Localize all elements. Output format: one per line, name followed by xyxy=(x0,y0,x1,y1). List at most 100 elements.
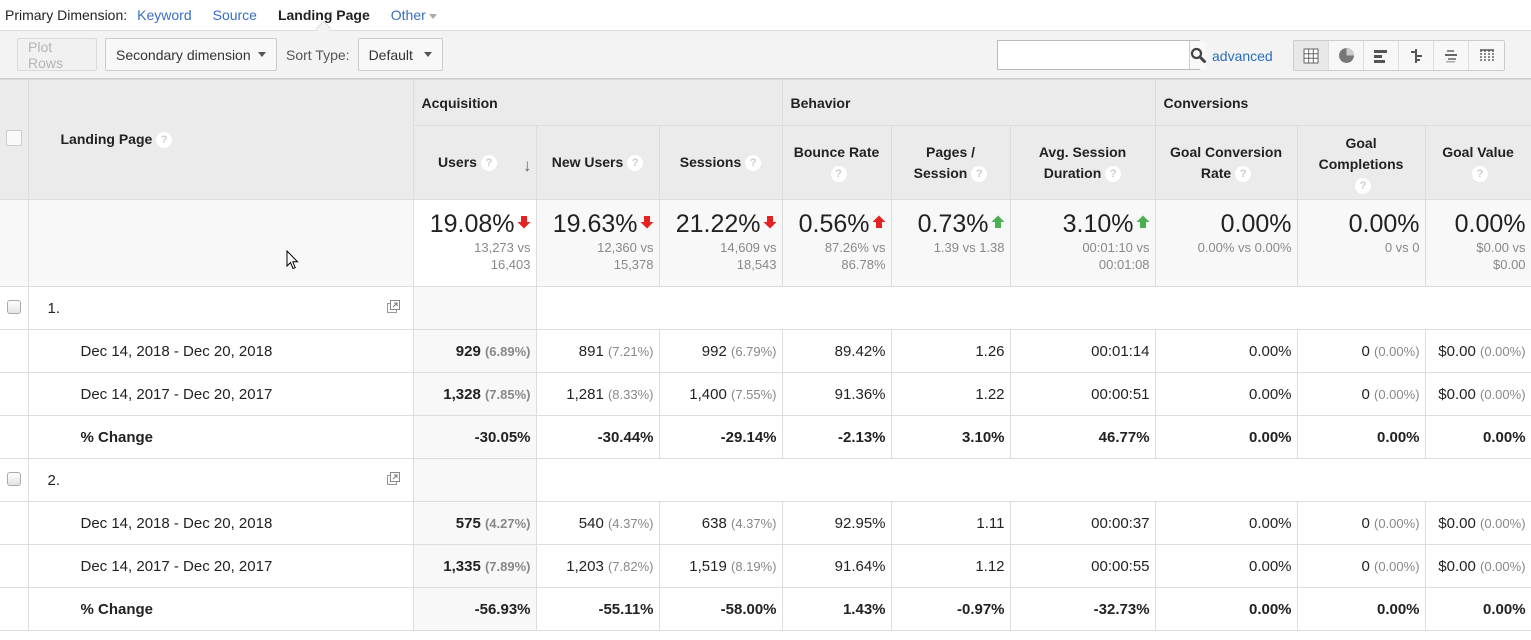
percent-change-label: % Change xyxy=(27,415,414,459)
secondary-dimension-label: Secondary dimension xyxy=(116,46,251,63)
cell-value: 540 xyxy=(578,514,604,532)
help-icon[interactable]: ? xyxy=(1235,165,1252,182)
column-header-bounce-rate[interactable]: Bounce Rate? xyxy=(781,125,892,200)
help-icon[interactable]: ? xyxy=(627,155,644,172)
row-checkbox-cell xyxy=(0,286,29,330)
cell-goal-completions: 0 (0.00%) xyxy=(1296,544,1426,588)
sort-descending-icon[interactable]: ↓ xyxy=(523,155,532,176)
summary-change-value: 3.10% xyxy=(1016,210,1150,239)
column-header-new-users[interactable]: New Users? xyxy=(535,125,660,200)
chevron-down-icon xyxy=(258,52,266,57)
comparison-view-button[interactable] xyxy=(1399,41,1434,70)
cell-value: 00:01:14 xyxy=(1091,342,1150,360)
change-goal-value: 0.00% xyxy=(1424,415,1531,459)
cell-percent-of-total: (4.37%) xyxy=(730,515,777,531)
cell-value: 92.95% xyxy=(834,514,886,532)
help-icon[interactable]: ? xyxy=(156,132,173,149)
primary-dimension-label: Primary Dimension: xyxy=(5,7,128,23)
arrow-up-icon xyxy=(991,215,1005,228)
pivot-view-button[interactable] xyxy=(1469,41,1504,70)
open-page-link[interactable] xyxy=(386,471,401,490)
summary-cell-users: 19.08% 13,273 vs 16,403 xyxy=(412,199,537,287)
column-header-goal-completions[interactable]: Goal Completions? xyxy=(1296,125,1426,200)
cell-percent-of-total: (0.00%) xyxy=(1480,558,1526,574)
column-header-sessions[interactable]: Sessions? xyxy=(658,125,783,200)
change-new-users: -55.11% xyxy=(535,587,660,631)
help-icon[interactable]: ? xyxy=(1105,165,1122,182)
column-header-goal-value[interactable]: Goal Value? xyxy=(1424,125,1531,200)
cell-bounce-rate: 92.95% xyxy=(781,501,892,545)
row-checkbox[interactable] xyxy=(6,471,21,486)
cell-pages-session: 1.22 xyxy=(890,372,1011,416)
advanced-filter-link[interactable]: advanced xyxy=(1212,48,1273,64)
pie-view-button[interactable] xyxy=(1329,41,1364,70)
column-header-label: Rate xyxy=(1200,164,1232,181)
term-cloud-view-button[interactable] xyxy=(1434,41,1469,70)
cell-sessions: 638 (4.37%) xyxy=(658,501,783,545)
help-icon[interactable]: ? xyxy=(480,155,497,172)
primary-dimension-source[interactable]: Source xyxy=(213,7,257,23)
percent-change-row: % Change -30.05% -30.44% -29.14% -2.13% 3.10%… xyxy=(0,415,1531,459)
row-label-cell: 2. xyxy=(27,458,414,502)
cell-new-users: 540 (4.37%) xyxy=(535,501,660,545)
cell-value: 0 xyxy=(1361,514,1370,532)
summary-change-text: 0.00% xyxy=(1348,210,1420,238)
help-icon[interactable]: ? xyxy=(830,165,847,182)
help-icon[interactable]: ? xyxy=(971,165,988,182)
landing-page-header[interactable]: Landing Page? xyxy=(27,79,414,200)
summary-compare-text: 12,360 vs xyxy=(597,240,654,255)
secondary-dimension-dropdown[interactable]: Secondary dimension xyxy=(105,38,277,71)
summary-change-value: 0.00% xyxy=(1161,210,1292,239)
select-all-cell xyxy=(0,79,29,200)
cell-percent-of-total: (0.00%) xyxy=(1374,515,1420,531)
column-header-label: Sessions xyxy=(679,154,742,170)
cell-value: $0.00 xyxy=(1438,557,1476,575)
row-index: 2. xyxy=(47,471,61,489)
cell-goal-value: $0.00 (0.00%) xyxy=(1424,501,1531,545)
column-header-avg-session-duration[interactable]: Avg. Session Duration? xyxy=(1009,125,1156,200)
column-header-users[interactable]: Users? ↓ xyxy=(412,125,537,200)
summary-cell-goal-completions: 0.00% 0 vs 0 xyxy=(1296,199,1426,287)
column-header-goal-conversion-rate[interactable]: Goal Conversion Rate? xyxy=(1154,125,1298,200)
acquisition-group-header: Acquisition xyxy=(412,79,783,126)
sort-type-dropdown[interactable]: Default xyxy=(357,38,443,71)
cell-sessions: 992 (6.79%) xyxy=(658,329,783,373)
period-label: Dec 14, 2018 - Dec 20, 2018 xyxy=(27,501,414,545)
help-icon[interactable]: ? xyxy=(1355,178,1372,195)
column-header-label: Duration xyxy=(1043,164,1102,181)
summary-cell-avg-session-duration: 3.10% 00:01:10 vs 00:01:08 xyxy=(1009,199,1156,287)
external-link-icon xyxy=(386,472,400,485)
primary-dimension-landing-page[interactable]: Landing Page xyxy=(278,7,370,23)
summary-compare-text: 18,543 xyxy=(736,257,777,272)
row-checkbox-cell xyxy=(0,458,29,502)
open-page-link[interactable] xyxy=(386,299,401,318)
table-view-button[interactable] xyxy=(1294,41,1329,70)
help-icon[interactable]: ? xyxy=(745,155,762,172)
column-header-pages-session[interactable]: Pages / Session? xyxy=(890,125,1011,200)
pie-view-icon xyxy=(1338,48,1354,63)
cell-percent-of-total: (0.00%) xyxy=(1480,515,1526,531)
arrow-down-icon xyxy=(517,216,530,229)
cell-pages-session: 1.26 xyxy=(890,329,1011,373)
summary-compare-text: 1.39 vs 1.38 xyxy=(933,240,1005,255)
plot-rows-button[interactable]: Plot Rows xyxy=(17,38,97,71)
help-icon[interactable]: ? xyxy=(1472,165,1489,182)
row-checkbox[interactable] xyxy=(6,299,21,314)
search-icon xyxy=(1190,47,1206,63)
term-cloud-view-icon xyxy=(1445,49,1457,62)
cell-value: 0 xyxy=(1361,342,1370,360)
performance-view-button[interactable] xyxy=(1364,41,1399,70)
column-header-label: Completions xyxy=(1318,156,1404,172)
cell-value: 00:00:37 xyxy=(1091,514,1150,532)
cell-percent-of-total: (0.00%) xyxy=(1480,386,1526,402)
cell-percent-of-total: (8.19%) xyxy=(730,558,777,574)
search-button[interactable] xyxy=(1189,41,1206,69)
summary-compare-text: 15,378 xyxy=(613,257,654,272)
primary-dimension-other[interactable]: Other xyxy=(391,7,437,23)
cell-new-users: 1,203 (7.82%) xyxy=(535,544,660,588)
select-all-checkbox[interactable] xyxy=(5,130,22,146)
primary-dimension-keyword[interactable]: Keyword xyxy=(137,7,191,23)
summary-compare-text: 16,403 xyxy=(490,257,531,272)
arrow-down-icon xyxy=(640,216,653,229)
search-input[interactable] xyxy=(998,41,1189,69)
